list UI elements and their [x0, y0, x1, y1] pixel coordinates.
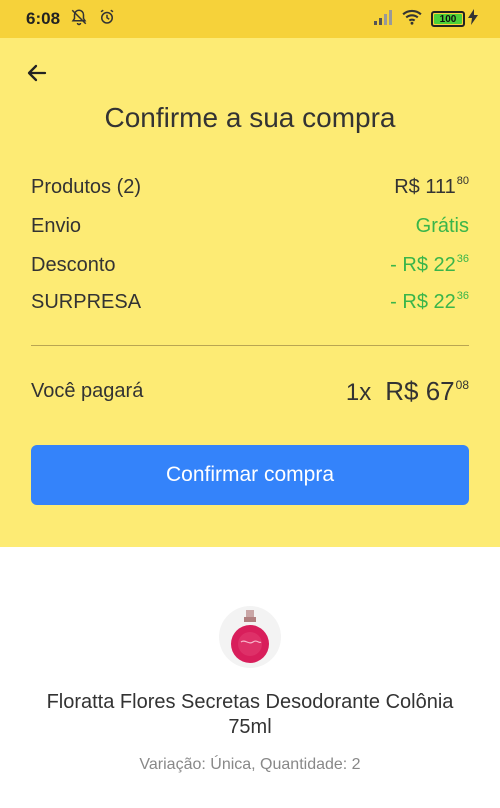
page-title: Confirme a sua compra: [104, 102, 396, 133]
surprise-amount: - R$ 22: [390, 291, 456, 313]
surprise-cents: 36: [456, 290, 469, 302]
shipping-row: Envio Grátis: [31, 215, 469, 238]
discount-label: Desconto: [31, 254, 116, 276]
signal-icon: [373, 9, 393, 30]
wifi-icon: [401, 9, 423, 30]
arrow-left-icon: [25, 61, 49, 90]
bolt-icon: [468, 8, 478, 30]
total-row: Você pagará 1x R$ 67 08: [31, 376, 469, 407]
confirm-purchase-button[interactable]: Confirmar compra: [31, 445, 469, 505]
product-variation: Variação: Única, Quantidade: 2: [139, 756, 361, 773]
surprise-label: SURPRESA: [31, 291, 142, 313]
product-image: [219, 606, 281, 668]
battery-indicator: 100: [431, 8, 478, 30]
products-cents: 80: [456, 175, 469, 187]
shipping-label: Envio: [31, 215, 82, 237]
total-quantity: 1x: [345, 379, 372, 406]
products-row: Produtos (2) R$ 111 80: [31, 175, 469, 199]
status-bar: 6:08 100: [0, 0, 500, 38]
status-time: 6:08: [26, 9, 61, 28]
products-label: Produtos (2): [31, 176, 142, 198]
purchase-summary-panel: Confirme a sua compra Produtos (2) R$ 11…: [0, 38, 500, 547]
surprise-row: SURPRESA - R$ 22 36: [31, 290, 469, 314]
product-title: Floratta Flores Secretas Desodorante Col…: [46, 691, 454, 738]
total-cents: 08: [455, 378, 469, 392]
bell-off-icon: [70, 8, 88, 31]
shipping-value: Grátis: [415, 215, 469, 237]
discount-row: Desconto - R$ 22 36: [31, 253, 469, 277]
back-button[interactable]: [22, 60, 52, 90]
total-label: Você pagará: [31, 380, 144, 402]
discount-amount: - R$ 22: [390, 254, 456, 276]
products-amount: R$ 111: [394, 176, 456, 198]
alarm-clock-icon: [98, 8, 116, 31]
discount-cents: 36: [456, 253, 469, 265]
battery-level: 100: [439, 13, 457, 25]
total-amount: R$ 67: [385, 376, 455, 406]
summary-divider: [31, 345, 469, 346]
perfume-bottle-icon: [231, 610, 269, 663]
